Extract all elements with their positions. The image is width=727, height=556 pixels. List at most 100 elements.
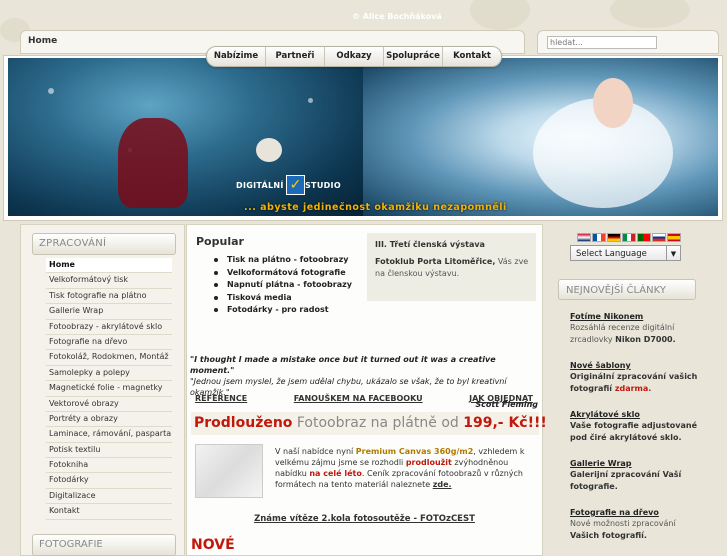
sidebar-item[interactable]: Kontakt <box>46 504 172 520</box>
article-title[interactable]: Fotíme Nikonem <box>570 311 705 322</box>
article-bold: Nikon D7000. <box>615 334 676 344</box>
article-title[interactable]: Nové šablony <box>570 360 705 371</box>
article-body: Nové možnosti zpracování Vašich fotograf… <box>570 518 705 541</box>
sidebar-item[interactable]: Fotokoláž, Rodokmen, Montáž <box>46 350 172 366</box>
article-bold: Vaše fotografie adjustované pod čiré akr… <box>570 421 698 442</box>
article-body: Galerijní zpracování Vaší fotografie. <box>570 469 705 492</box>
sidebar-item[interactable]: Vektorové obrazy <box>46 397 172 412</box>
nav-nabizime[interactable]: Nabízime <box>207 47 266 66</box>
exhibition-title[interactable]: III. Třetí členská výstava <box>375 240 485 249</box>
breadcrumb[interactable]: Home <box>28 36 57 46</box>
flag-pt-icon[interactable] <box>637 233 651 242</box>
nav-odkazy[interactable]: Odkazy <box>325 47 384 66</box>
link-how-to-order[interactable]: JAK OBJEDNAT <box>469 394 533 403</box>
sidebar-item[interactable]: Gallerie Wrap <box>46 304 172 320</box>
sidebar-item[interactable]: Samolepky a polepy <box>46 366 172 382</box>
nav-partneri[interactable]: Partneři <box>266 47 325 66</box>
quote-english: "I thought I made a mistake once but it … <box>190 355 496 375</box>
popular-item[interactable]: Tisk na plátno - fotoobrazy <box>213 254 352 267</box>
new-heading: NOVÉ <box>191 537 235 553</box>
canvas-highlight: Premium Canvas 360g/m2 <box>355 447 474 456</box>
latest-articles-heading: NEJNOVĚJŠÍ ČLÁNKY <box>558 279 696 300</box>
chevron-down-icon: ▼ <box>666 246 680 260</box>
sidebar-heading: ZPRACOVÁNÍ <box>32 233 176 255</box>
sidebar-item[interactable]: Digitalizace <box>46 489 172 505</box>
flag-it-icon[interactable] <box>622 233 636 242</box>
article-title[interactable]: Gallerie Wrap <box>570 458 705 469</box>
banner-copyright: © Alice Bochňáková <box>352 12 442 21</box>
article-item: Akrylátové sklo Vaše fotografie adjustov… <box>570 409 705 443</box>
language-flags <box>577 233 681 242</box>
article-item: Fotíme Nikonem Rozsáhlá recenze digitáln… <box>570 311 705 345</box>
article-title[interactable]: Fotografie na dřevo <box>570 507 705 518</box>
promo-banner[interactable]: Prodlouženo Fotoobraz na plátně od 199,-… <box>191 412 547 435</box>
article-item: Gallerie Wrap Galerijní zpracování Vaší … <box>570 458 705 492</box>
language-select[interactable]: Select Language ▼ <box>570 245 681 261</box>
flag-es-icon[interactable] <box>667 233 681 242</box>
exhibition-text: Fotoklub Porta Litoměřice, Vás zve na čl… <box>375 256 530 280</box>
search-box <box>537 30 719 54</box>
left-sidebar: ZPRACOVÁNÍ Home Velkoformátový tisk Tisk… <box>20 224 185 556</box>
banner-photo-right <box>363 58 718 216</box>
link-reference[interactable]: REFERENCE <box>195 394 247 403</box>
popular-item[interactable]: Fotodárky - pro radost <box>213 304 352 317</box>
sidebar-item[interactable]: Fotokniha <box>46 458 172 474</box>
logo-text-right: STUDIO <box>305 181 341 190</box>
sidebar-item[interactable]: Magnetické folie - magnetky <box>46 381 172 397</box>
article-bold: Vašich fotografií. <box>570 530 647 540</box>
canvas-here-link[interactable]: zde. <box>433 480 452 489</box>
exhibition-box: III. Třetí členská výstava Fotoklub Port… <box>367 233 536 301</box>
article-text: Nové možnosti zpracování <box>570 519 676 528</box>
article-title[interactable]: Akrylátové sklo <box>570 409 705 420</box>
background-floral-decoration <box>470 0 530 30</box>
sidebar-item[interactable]: Portréty a obrazy <box>46 412 172 428</box>
popular-item[interactable]: Velkoformátová fotografie <box>213 267 352 280</box>
canvas-extended: prodloužit <box>405 458 452 467</box>
promo-word: Prodlouženo <box>194 415 293 431</box>
link-facebook[interactable]: FANOUŠKEM NA FACEBOOKU <box>294 394 423 403</box>
sidebar-item[interactable]: Fotoobrazy - akrylátové sklo <box>46 320 172 335</box>
popular-list: Tisk na plátno - fotoobrazy Velkoformáto… <box>213 254 352 317</box>
canvas-offer-text: V naší nabídce nyní Premium Canvas 360g/… <box>275 446 533 490</box>
promo-text: Fotoobraz na plátně od <box>292 415 464 431</box>
article-item: Nové šablony Originální zpracování vašic… <box>570 360 705 394</box>
latest-articles: Fotíme Nikonem Rozsáhlá recenze digitáln… <box>570 311 705 556</box>
background-floral-decoration <box>610 0 690 28</box>
sidebar-menu: Home Velkoformátový tisk Tisk fotografie… <box>46 258 172 520</box>
article-body: Vaše fotografie adjustované pod čiré akr… <box>570 420 705 443</box>
flag-en-icon[interactable] <box>577 233 591 242</box>
language-select-value: Select Language <box>576 249 647 259</box>
flag-de-icon[interactable] <box>607 233 621 242</box>
sidebar-item[interactable]: Tisk fotografie na plátno <box>46 289 172 305</box>
article-bold: Galerijní zpracování Vaší fotografie. <box>570 470 682 491</box>
exhibition-club: Fotoklub Porta Litoměřice, <box>375 257 496 266</box>
popular-item[interactable]: Napnutí plátna - fotoobrazy <box>213 279 352 292</box>
promo-price: 199,- Kč!!! <box>463 415 547 431</box>
banner-slogan: ... abyste jedinečnost okamžiku nezapomn… <box>244 202 507 213</box>
sidebar-item[interactable]: Fotografie na dřevo <box>46 335 172 351</box>
top-navigation: Nabízime Partneři Odkazy Spolupráce Kont… <box>206 46 502 67</box>
main-content: Popular Tisk na plátno - fotoobrazy Velk… <box>186 224 547 556</box>
sidebar-item-home[interactable]: Home <box>46 258 172 274</box>
contest-winners-link[interactable]: Známe vítěze 2.kola fotosoutěže - FOTOzC… <box>187 514 542 524</box>
search-input[interactable] <box>547 36 657 49</box>
sidebar-heading-2: FOTOGRAFIE <box>32 534 176 556</box>
article-body: Originální zpracování vašich fotografií … <box>570 371 705 394</box>
quick-links: REFERENCE FANOUŠKEM NA FACEBOOKU JAK OBJ… <box>195 394 533 403</box>
flag-ru-icon[interactable] <box>652 233 666 242</box>
sidebar-item[interactable]: Fotodárky <box>46 473 172 489</box>
sidebar-item[interactable]: Potisk textilu <box>46 443 172 459</box>
nav-spoluprace[interactable]: Spolupráce <box>384 47 443 66</box>
studio-logo: DIGITÁLNÍ ✓ STUDIO <box>236 175 344 197</box>
flag-fr-icon[interactable] <box>592 233 606 242</box>
popular-item[interactable]: Tisková media <box>213 292 352 305</box>
article-item: Fotografie na dřevo Nové možnosti zpraco… <box>570 507 705 541</box>
article-red: zdarma. <box>614 383 652 393</box>
nav-kontakt[interactable]: Kontakt <box>443 47 501 66</box>
article-body: Rozsáhlá recenze digitální zrcadlovky Ni… <box>570 322 705 345</box>
canvas-texture-image <box>195 444 263 498</box>
sidebar-item[interactable]: Laminace, rámování, pasparta <box>46 427 172 443</box>
sidebar-item[interactable]: Velkoformátový tisk <box>46 273 172 289</box>
popular-title: Popular <box>196 235 244 248</box>
header-banner <box>3 55 723 221</box>
